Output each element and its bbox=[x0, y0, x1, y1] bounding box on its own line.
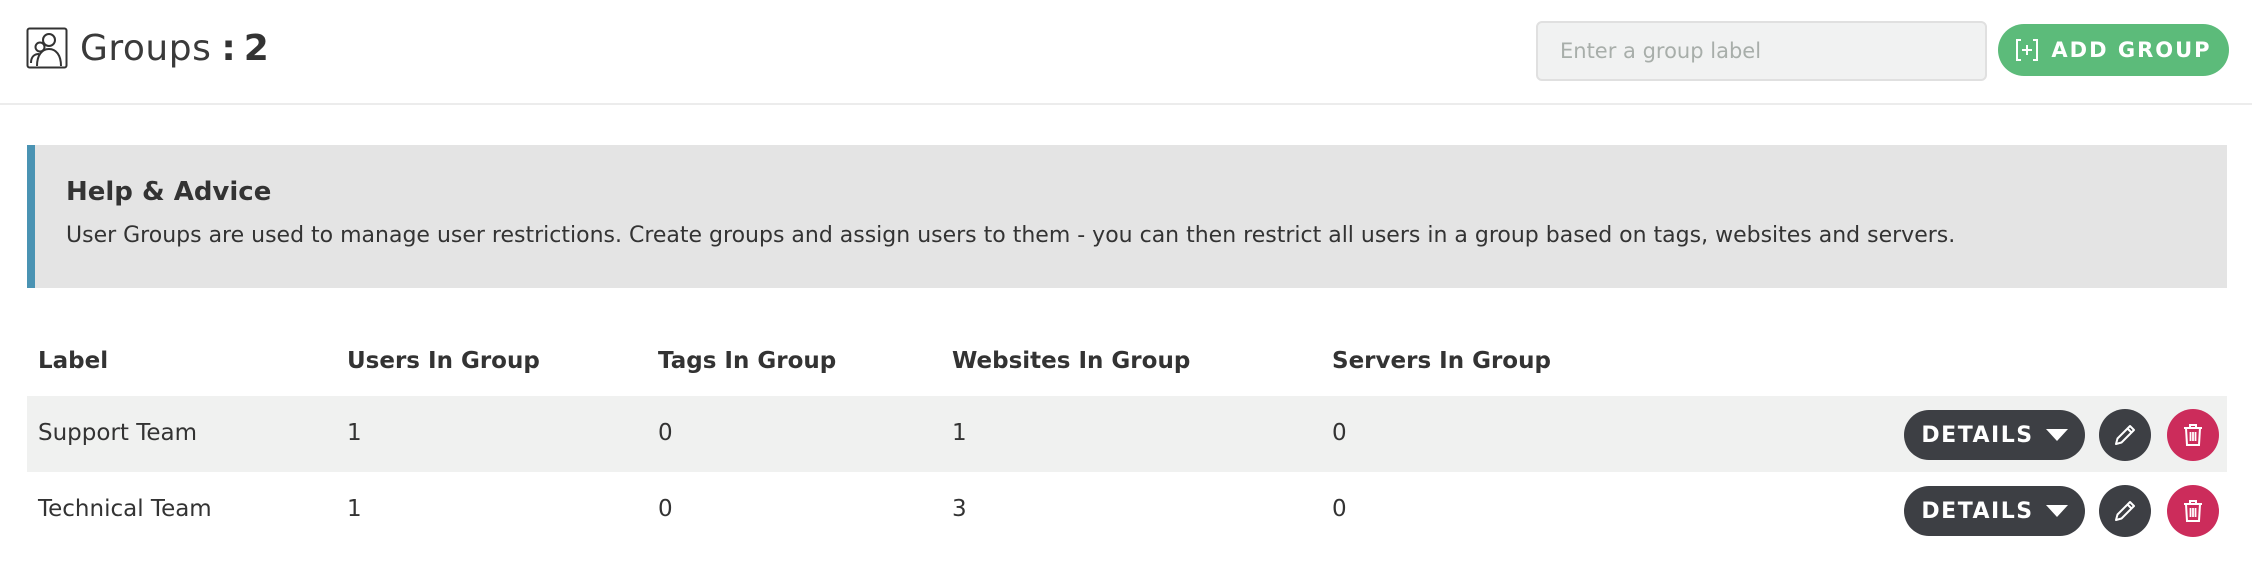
groups-table: Label Users In Group Tags In Group Websi… bbox=[27, 330, 2227, 548]
group-label: Support Team bbox=[38, 420, 198, 446]
pencil-icon bbox=[2115, 501, 2135, 521]
websites-count: 1 bbox=[952, 420, 967, 446]
add-group-label: ADD GROUP bbox=[2051, 38, 2212, 62]
table-row: Support Team 1 0 1 0 DETAILS bbox=[27, 396, 2227, 472]
table-row: Technical Team 1 0 3 0 DETAILS bbox=[27, 472, 2227, 548]
edit-button[interactable] bbox=[2099, 485, 2151, 537]
servers-count: 0 bbox=[1332, 496, 1347, 522]
delete-button[interactable] bbox=[2167, 409, 2219, 461]
trash-icon bbox=[2184, 500, 2202, 522]
trash-icon bbox=[2184, 424, 2202, 446]
table-header: Label Users In Group Tags In Group Websi… bbox=[27, 330, 2227, 396]
column-header-websites: Websites In Group bbox=[952, 348, 1191, 374]
help-title: Help & Advice bbox=[66, 177, 272, 207]
delete-button[interactable] bbox=[2167, 485, 2219, 537]
group-label-input[interactable] bbox=[1536, 21, 1987, 81]
help-advice-box: Help & Advice User Groups are used to ma… bbox=[27, 145, 2227, 288]
websites-count: 3 bbox=[952, 496, 967, 522]
group-label: Technical Team bbox=[38, 496, 212, 522]
details-label: DETAILS bbox=[1921, 498, 2034, 524]
column-header-label: Label bbox=[38, 348, 109, 374]
caret-down-icon bbox=[2045, 429, 2068, 441]
title-separator: : bbox=[221, 27, 236, 69]
details-label: DETAILS bbox=[1921, 422, 2034, 448]
details-button[interactable]: DETAILS bbox=[1904, 410, 2085, 460]
users-group-icon bbox=[26, 27, 68, 69]
help-text: User Groups are used to manage user rest… bbox=[66, 223, 1956, 248]
column-header-tags: Tags In Group bbox=[658, 348, 837, 374]
page-title-text: Groups bbox=[80, 27, 212, 69]
tags-count: 0 bbox=[658, 496, 673, 522]
column-header-users: Users In Group bbox=[347, 348, 540, 374]
group-count: 2 bbox=[243, 27, 269, 69]
servers-count: 0 bbox=[1332, 420, 1347, 446]
page-title: Groups : 2 bbox=[26, 24, 269, 72]
users-count: 1 bbox=[347, 496, 362, 522]
column-header-servers: Servers In Group bbox=[1332, 348, 1551, 374]
caret-down-icon bbox=[2045, 505, 2068, 517]
page-header: Groups : 2 ADD GROUP bbox=[0, 0, 2252, 105]
add-group-button[interactable]: ADD GROUP bbox=[1998, 24, 2229, 76]
users-count: 1 bbox=[347, 420, 362, 446]
edit-button[interactable] bbox=[2099, 409, 2151, 461]
plus-square-icon bbox=[2016, 39, 2039, 61]
pencil-icon bbox=[2115, 425, 2135, 445]
details-button[interactable]: DETAILS bbox=[1904, 486, 2085, 536]
tags-count: 0 bbox=[658, 420, 673, 446]
